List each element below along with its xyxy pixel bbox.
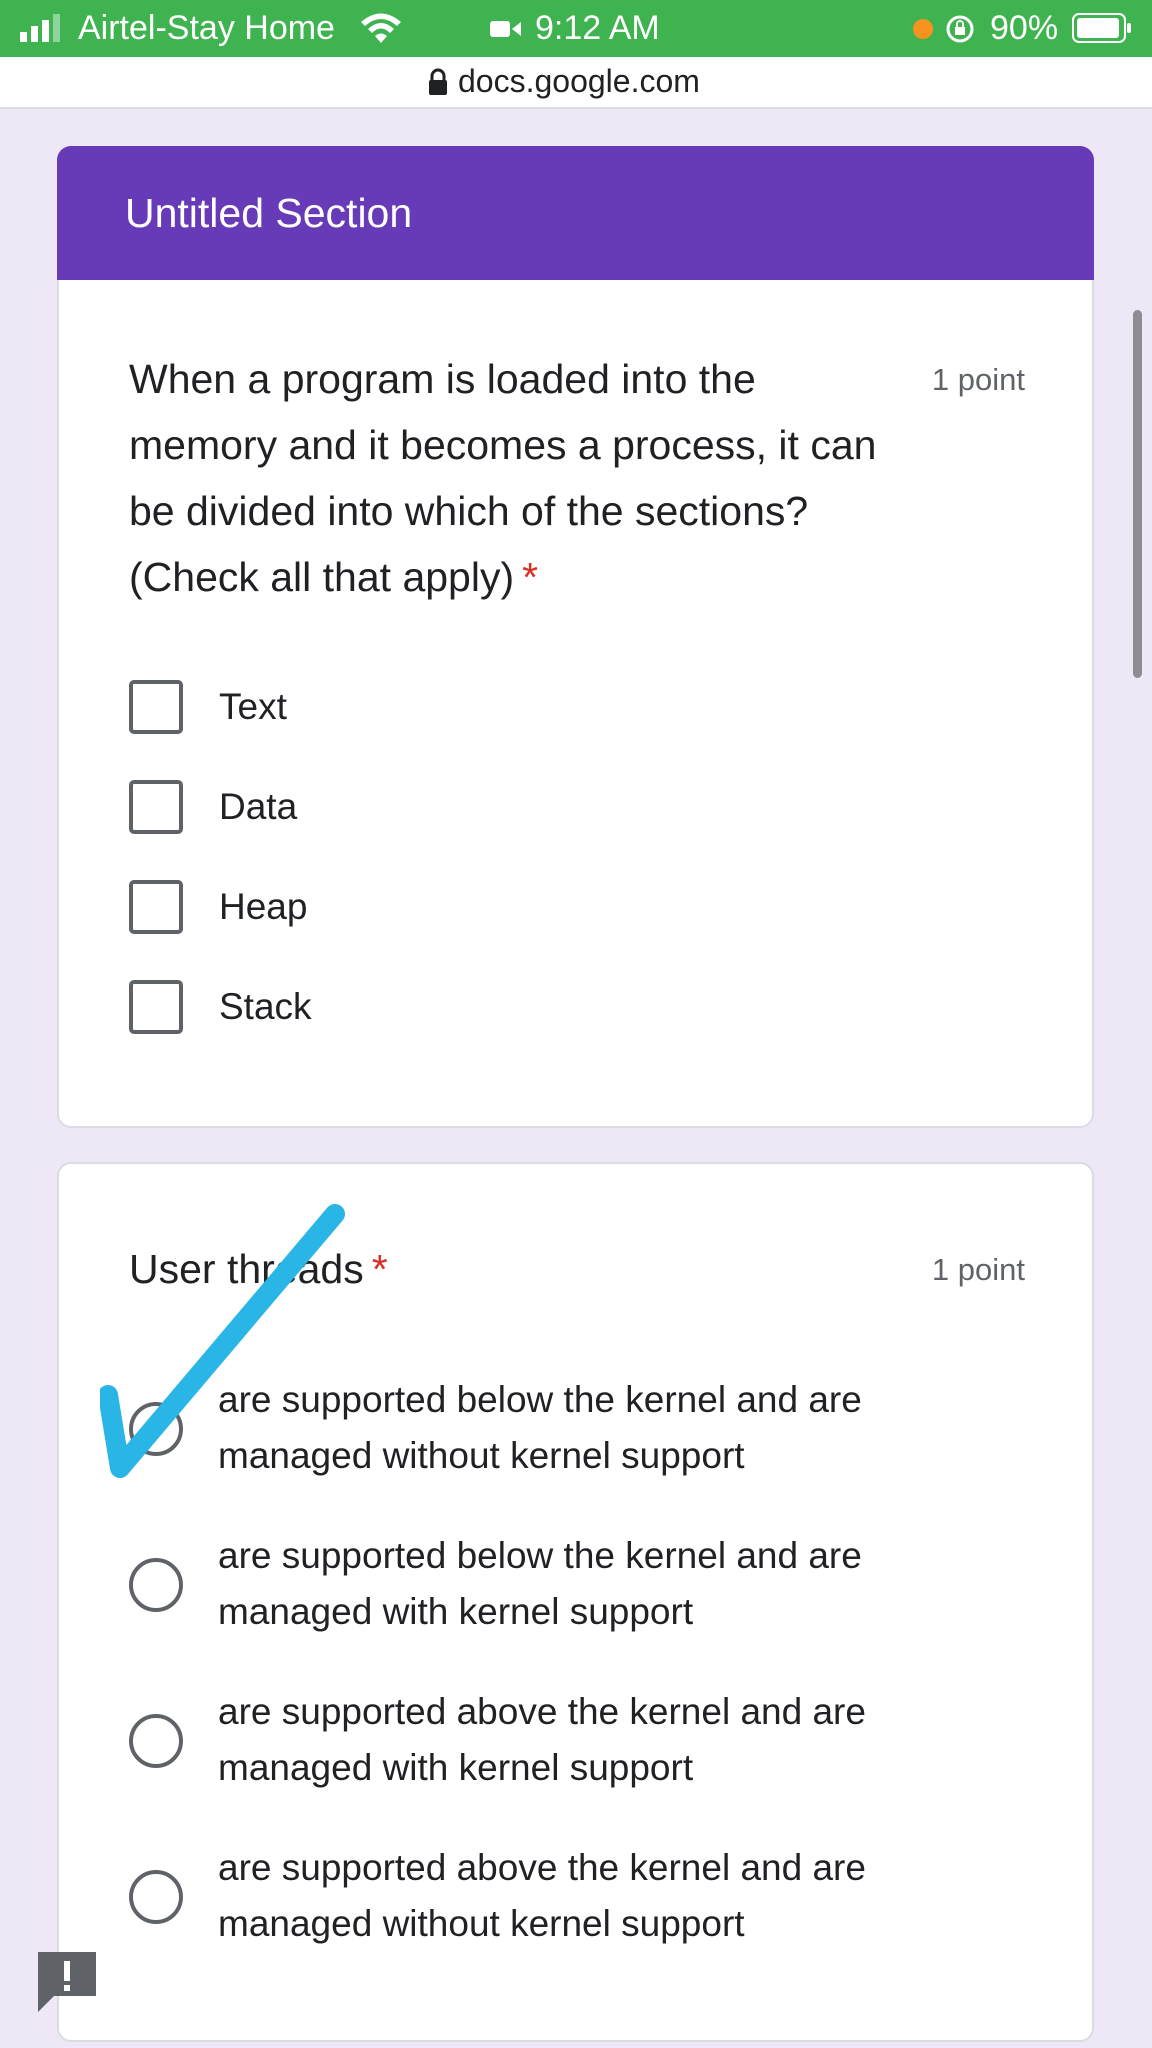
rotation-lock-icon bbox=[946, 15, 974, 43]
option-label: Heap bbox=[219, 886, 308, 927]
url-text[interactable]: docs.google.com bbox=[458, 63, 700, 100]
option-label: Stack bbox=[219, 986, 312, 1027]
wifi-icon bbox=[361, 13, 401, 43]
question-title: When a program is loaded into the memory… bbox=[129, 346, 909, 610]
option-label: are supported above the kernel and are m… bbox=[218, 1691, 866, 1788]
required-asterisk: * bbox=[371, 1246, 388, 1292]
question-points: 1 point bbox=[931, 362, 1025, 397]
checkbox-option-data[interactable]: Data bbox=[129, 777, 297, 837]
report-feedback-icon[interactable] bbox=[38, 1952, 96, 2012]
section-header: Untitled Section bbox=[57, 146, 1094, 280]
radio-option-2[interactable]: are supported below the kernel and are m… bbox=[129, 1528, 1029, 1640]
question-points: 1 point bbox=[931, 1252, 1025, 1287]
checkbox-option-text[interactable]: Text bbox=[129, 677, 287, 737]
status-bar: Airtel-Stay Home 9:12 AM 90% bbox=[0, 0, 1152, 57]
question-card-1: When a program is loaded into the memory… bbox=[57, 280, 1094, 1128]
checkbox-option-stack[interactable]: Stack bbox=[129, 977, 312, 1037]
battery-percent: 90% bbox=[990, 9, 1059, 47]
checkbox[interactable] bbox=[129, 980, 183, 1034]
padlock-icon bbox=[429, 68, 447, 95]
battery-icon bbox=[1072, 13, 1131, 43]
screen-record-icon bbox=[490, 21, 521, 37]
section-title: Untitled Section bbox=[125, 190, 413, 236]
clock: 9:12 AM bbox=[535, 9, 660, 47]
radio-button[interactable] bbox=[129, 1714, 183, 1768]
checkbox[interactable] bbox=[129, 780, 183, 834]
mic-indicator-dot bbox=[913, 19, 933, 39]
radio-option-4[interactable]: are supported above the kernel and are m… bbox=[129, 1840, 1029, 1952]
radio-button[interactable] bbox=[129, 1870, 183, 1924]
required-asterisk: * bbox=[522, 554, 539, 600]
option-label: are supported below the kernel and are m… bbox=[218, 1379, 862, 1476]
radio-button[interactable] bbox=[129, 1558, 183, 1612]
question-title: User threads * bbox=[129, 1236, 909, 1302]
option-label: are supported above the kernel and are m… bbox=[218, 1847, 866, 1944]
signal-icon bbox=[20, 14, 60, 42]
option-label: Text bbox=[219, 686, 287, 727]
question-card-2: User threads * 1 point are supported belo… bbox=[57, 1162, 1094, 2042]
radio-option-3[interactable]: are supported above the kernel and are m… bbox=[129, 1684, 1029, 1796]
scrollbar[interactable] bbox=[1133, 310, 1142, 678]
checkbox[interactable] bbox=[129, 680, 183, 734]
radio-button[interactable] bbox=[129, 1402, 183, 1456]
checkbox-option-heap[interactable]: Heap bbox=[129, 877, 307, 937]
option-label: are supported below the kernel and are m… bbox=[218, 1535, 862, 1632]
checkbox[interactable] bbox=[129, 880, 183, 934]
question-text: When a program is loaded into the memory… bbox=[129, 356, 877, 600]
carrier-name: Airtel-Stay Home bbox=[78, 9, 335, 47]
option-label: Data bbox=[219, 786, 298, 827]
question-text: User threads bbox=[129, 1246, 364, 1292]
url-bar[interactable]: docs.google.com bbox=[0, 57, 1152, 109]
radio-option-1[interactable]: are supported below the kernel and are m… bbox=[129, 1372, 1029, 1484]
